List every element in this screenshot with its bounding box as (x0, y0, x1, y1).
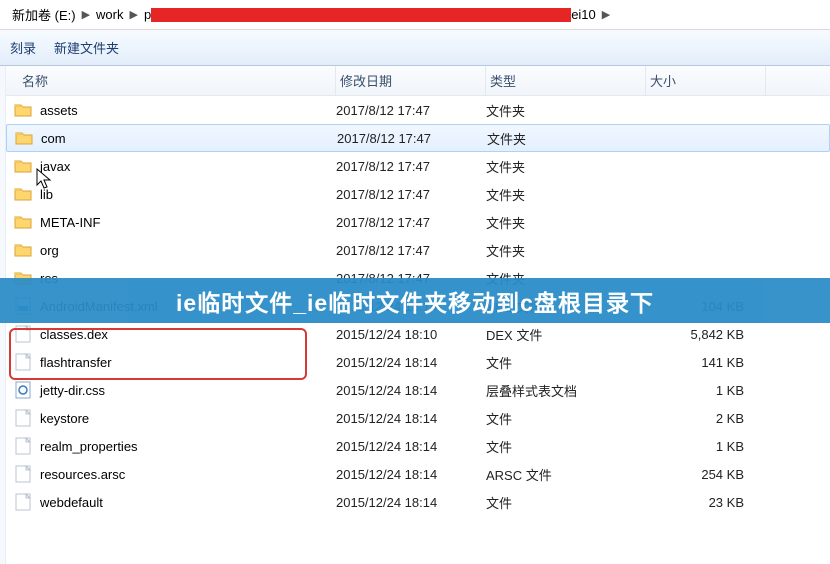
redacted-segment (151, 8, 571, 22)
file-date: 2015/12/24 18:14 (336, 467, 486, 482)
table-row[interactable]: META-INF2017/8/12 17:47文件夹 (6, 208, 830, 236)
table-row[interactable]: keystore2015/12/24 18:14文件2 KB (6, 404, 830, 432)
column-headers[interactable]: 名称 修改日期 类型 大小 (6, 66, 830, 96)
chevron-right-icon: ▶ (600, 8, 612, 21)
chevron-right-icon: ▶ (127, 8, 139, 21)
folder-icon (12, 102, 34, 118)
toolbar: 刻录 新建文件夹 (0, 30, 830, 66)
file-name: jetty-dir.css (34, 383, 336, 398)
file-name: assets (34, 103, 336, 118)
file-date: 2017/8/12 17:47 (336, 103, 486, 118)
chevron-right-icon: ▶ (80, 8, 92, 21)
breadcrumb-prefix: p (144, 7, 151, 22)
breadcrumb-folder1[interactable]: work (92, 7, 127, 22)
file-date: 2017/8/12 17:47 (336, 243, 486, 258)
col-header-name[interactable]: 名称 (6, 66, 336, 95)
file-size: 141 KB (646, 355, 766, 370)
table-row[interactable]: org2017/8/12 17:47文件夹 (6, 236, 830, 264)
file-name: classes.dex (34, 327, 336, 342)
file-type: 文件夹 (486, 213, 646, 232)
file-icon (12, 409, 34, 427)
file-name: flashtransfer (34, 355, 336, 370)
file-type: 文件夹 (486, 185, 646, 204)
table-row[interactable]: javax2017/8/12 17:47文件夹 (6, 152, 830, 180)
file-icon (12, 493, 34, 511)
file-name: webdefault (34, 495, 336, 510)
breadcrumb-suffix: ei10 (571, 7, 596, 22)
file-size: 1 KB (646, 439, 766, 454)
file-type: 文件夹 (486, 241, 646, 260)
file-name: lib (34, 187, 336, 202)
table-row[interactable]: com2017/8/12 17:47文件夹 (6, 124, 830, 152)
file-type: ARSC 文件 (486, 465, 646, 484)
file-type: DEX 文件 (486, 325, 646, 344)
file-icon (12, 465, 34, 483)
file-size: 23 KB (646, 495, 766, 510)
col-header-date[interactable]: 修改日期 (336, 66, 486, 95)
table-row[interactable]: webdefault2015/12/24 18:14文件23 KB (6, 488, 830, 516)
file-type: 文件夹 (486, 157, 646, 176)
folder-icon (12, 186, 34, 202)
css-icon (12, 381, 34, 399)
file-name: keystore (34, 411, 336, 426)
breadcrumb[interactable]: 新加卷 (E:) ▶ work ▶ p ei10 ▶ (0, 0, 830, 30)
file-name: resources.arsc (34, 467, 336, 482)
file-name: org (34, 243, 336, 258)
file-type: 文件 (486, 353, 646, 372)
breadcrumb-root[interactable]: 新加卷 (E:) (8, 5, 80, 24)
table-row[interactable]: flashtransfer2015/12/24 18:14文件141 KB (6, 348, 830, 376)
table-row[interactable]: assets2017/8/12 17:47文件夹 (6, 96, 830, 124)
new-folder-button[interactable]: 新建文件夹 (54, 38, 119, 57)
file-type: 文件夹 (487, 129, 647, 148)
table-row[interactable]: lib2017/8/12 17:47文件夹 (6, 180, 830, 208)
table-row[interactable]: resources.arsc2015/12/24 18:14ARSC 文件254… (6, 460, 830, 488)
folder-icon (13, 130, 35, 146)
folder-icon (12, 214, 34, 230)
col-header-size[interactable]: 大小 (646, 66, 766, 95)
file-date: 2015/12/24 18:14 (336, 355, 486, 370)
file-icon (12, 353, 34, 371)
file-type: 层叠样式表文档 (486, 381, 646, 400)
table-row[interactable]: classes.dex2015/12/24 18:10DEX 文件5,842 K… (6, 320, 830, 348)
file-date: 2017/8/12 17:47 (336, 159, 486, 174)
file-date: 2015/12/24 18:14 (336, 411, 486, 426)
file-name: com (35, 131, 337, 146)
file-size: 5,842 KB (646, 327, 766, 342)
burn-button[interactable]: 刻录 (10, 38, 36, 57)
file-name: META-INF (34, 215, 336, 230)
table-row[interactable]: jetty-dir.css2015/12/24 18:14层叠样式表文档1 KB (6, 376, 830, 404)
file-icon (12, 325, 34, 343)
file-type: 文件 (486, 493, 646, 512)
file-date: 2015/12/24 18:14 (336, 439, 486, 454)
file-icon (12, 437, 34, 455)
file-date: 2015/12/24 18:14 (336, 383, 486, 398)
file-date: 2015/12/24 18:10 (336, 327, 486, 342)
file-size: 254 KB (646, 467, 766, 482)
col-header-type[interactable]: 类型 (486, 66, 646, 95)
file-name: javax (34, 159, 336, 174)
breadcrumb-folder2[interactable]: p ei10 (140, 7, 600, 23)
folder-icon (12, 242, 34, 258)
folder-icon (12, 158, 34, 174)
file-type: 文件 (486, 409, 646, 428)
file-date: 2015/12/24 18:14 (336, 495, 486, 510)
file-type: 文件 (486, 437, 646, 456)
file-type: 文件夹 (486, 101, 646, 120)
file-date: 2017/8/12 17:47 (336, 187, 486, 202)
file-date: 2017/8/12 17:47 (337, 131, 487, 146)
file-size: 1 KB (646, 383, 766, 398)
file-date: 2017/8/12 17:47 (336, 215, 486, 230)
file-size: 2 KB (646, 411, 766, 426)
table-row[interactable]: realm_properties2015/12/24 18:14文件1 KB (6, 432, 830, 460)
file-name: realm_properties (34, 439, 336, 454)
overlay-banner: ie临时文件_ie临时文件夹移动到c盘根目录下 (0, 278, 830, 323)
